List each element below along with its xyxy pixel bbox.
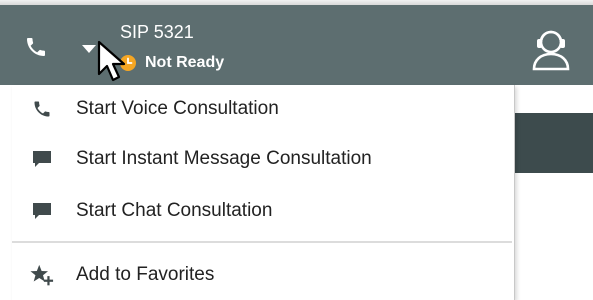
agent-headset-icon[interactable] bbox=[530, 25, 572, 73]
caret-down-icon[interactable] bbox=[80, 42, 98, 54]
agent-status[interactable]: Not Ready bbox=[120, 52, 224, 74]
mouse-pointer-icon bbox=[97, 40, 129, 84]
menu-item-start-voice-consultation[interactable]: Start Voice Consultation bbox=[12, 85, 512, 133]
menu-item-start-chat-consultation[interactable]: Start Chat Consultation bbox=[12, 187, 512, 235]
chat-bubble-icon bbox=[30, 199, 54, 223]
background-panel bbox=[514, 113, 593, 173]
menu-item-label: Start Voice Consultation bbox=[76, 98, 279, 119]
menu-divider bbox=[12, 241, 512, 243]
menu-item-label: Add to Favorites bbox=[76, 264, 215, 285]
menu-item-add-to-favorites[interactable]: Add to Favorites bbox=[12, 251, 512, 299]
menu-item-start-instant-message-consultation[interactable]: Start Instant Message Consultation bbox=[12, 135, 512, 183]
consultation-menu: Start Voice Consultation Start Instant M… bbox=[12, 85, 515, 300]
phone-icon bbox=[30, 97, 54, 121]
menu-item-label: Start Chat Consultation bbox=[76, 200, 273, 221]
sip-title: SIP 5321 bbox=[120, 22, 194, 42]
chat-bubble-icon bbox=[30, 147, 54, 171]
interaction-toolbar: SIP 5321 Not Ready bbox=[0, 5, 593, 85]
status-label: Not Ready bbox=[145, 54, 225, 71]
screenshot-stage: SIP 5321 Not Ready Start Voice Consultat… bbox=[0, 0, 593, 300]
menu-item-label: Start Instant Message Consultation bbox=[76, 148, 372, 169]
star-add-icon bbox=[30, 263, 54, 287]
phone-icon[interactable] bbox=[24, 35, 48, 59]
